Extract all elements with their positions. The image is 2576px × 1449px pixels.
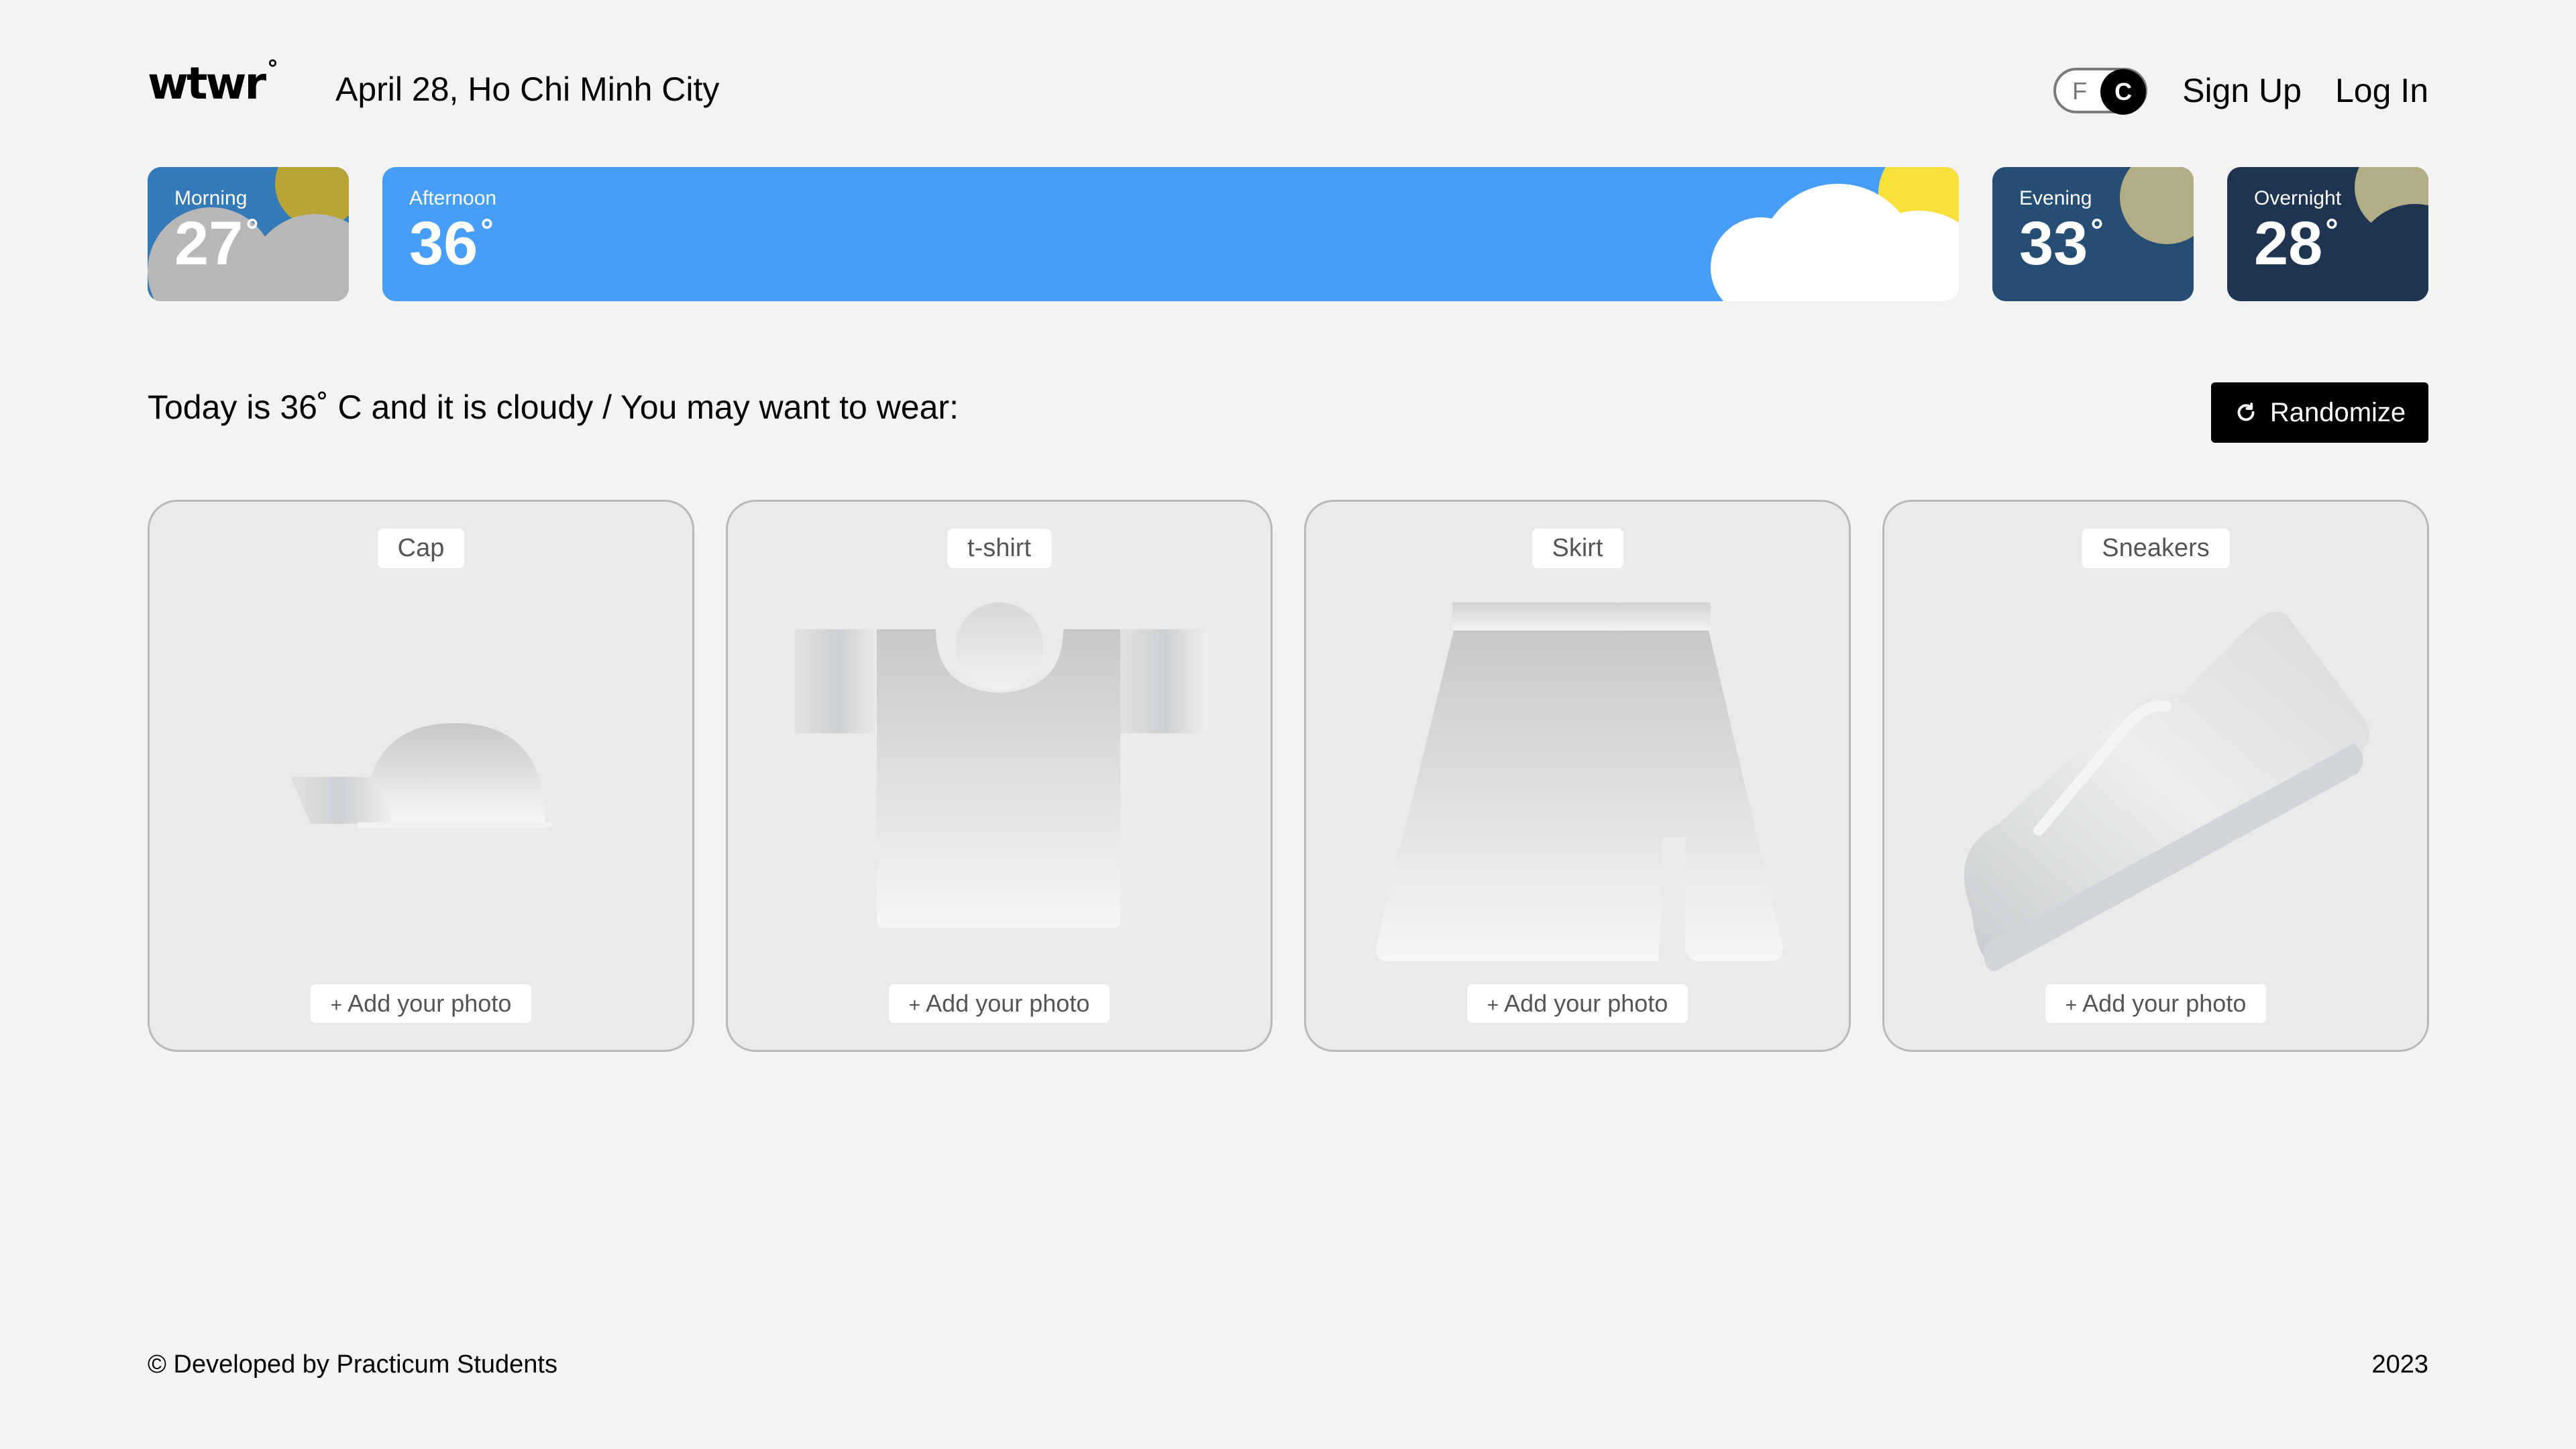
weather-temp-overnight: 28°: [2254, 213, 2339, 274]
add-photo-label: Add your photo: [926, 989, 1090, 1017]
add-photo-button[interactable]: + Add your photo: [1466, 984, 1688, 1023]
weather-label-evening: Evening: [2019, 187, 2092, 209]
temp-value: 27: [174, 209, 244, 278]
weather-label-morning: Morning: [174, 187, 248, 209]
weather-card-overnight: Overnight 28°: [2227, 167, 2428, 301]
logo-degree: °: [267, 56, 278, 83]
clothing-card-tshirt[interactable]: t-shirt + Add your photo: [726, 500, 1273, 1052]
refresh-icon: [2237, 402, 2255, 421]
sneakers-image: [1964, 611, 2369, 971]
plus-icon: +: [2065, 994, 2078, 1016]
item-name-tshirt: t-shirt: [947, 529, 1051, 568]
header: wtwr ° April 28, Ho Chi Minh City F C Sig…: [148, 58, 2428, 121]
clothing-card-cap[interactable]: Cap + Add your photo: [148, 500, 694, 1052]
randomize-button[interactable]: Randomize: [2211, 382, 2428, 443]
temperature-unit-toggle[interactable]: F C: [2053, 68, 2148, 115]
temp-value: 28: [2254, 209, 2323, 278]
footer-year: 2023: [2371, 1350, 2428, 1379]
degree-symbol: °: [2325, 213, 2339, 249]
plus-icon: +: [1487, 994, 1499, 1016]
clothing-card-sneakers[interactable]: Sneakers + Add your photo: [1882, 500, 2429, 1052]
weather-card-evening: Evening 33°: [1992, 167, 2194, 301]
weather-temp-morning: 27°: [174, 213, 259, 274]
cloud-icon: [2355, 204, 2428, 301]
weather-label-afternoon: Afternoon: [409, 187, 497, 209]
toggle-fahrenheit-label: F: [2072, 77, 2088, 105]
temp-value: 36: [409, 209, 478, 278]
weather-card-morning: Morning 27°: [148, 167, 349, 301]
add-photo-label: Add your photo: [2082, 989, 2247, 1017]
add-photo-button[interactable]: + Add your photo: [310, 984, 532, 1023]
temp-value: 33: [2019, 209, 2088, 278]
add-photo-label: Add your photo: [347, 989, 512, 1017]
clothing-card-skirt[interactable]: Skirt + Add your photo: [1304, 500, 1851, 1052]
cloud-icon-part: [248, 214, 349, 301]
recommendation-text: Today is 36˚ C and it is cloudy / You ma…: [148, 388, 959, 426]
item-name-cap: Cap: [377, 529, 465, 568]
weather-temp-afternoon: 36°: [409, 213, 494, 274]
add-photo-button[interactable]: + Add your photo: [888, 984, 1110, 1023]
date-location: April 28, Ho Chi Minh City: [335, 70, 720, 108]
plus-icon: +: [908, 994, 921, 1016]
add-photo-label: Add your photo: [1504, 989, 1668, 1017]
degree-symbol: °: [2090, 213, 2104, 249]
moon-icon: [2120, 167, 2194, 244]
degree-symbol: °: [246, 213, 259, 249]
degree-symbol: °: [480, 213, 494, 249]
plus-icon: +: [330, 994, 343, 1016]
item-name-skirt: Skirt: [1532, 529, 1623, 568]
weather-temp-evening: 33°: [2019, 213, 2104, 274]
logo[interactable]: wtwr °: [148, 58, 278, 106]
signup-link[interactable]: Sign Up: [2182, 74, 2302, 107]
skirt-image: [1376, 602, 1783, 965]
toggle-celsius-label: C: [2100, 69, 2147, 115]
cap-image: [290, 723, 552, 828]
footer-developer: © Developed by Practicum Students: [148, 1350, 557, 1379]
logo-text: wtwr: [148, 58, 266, 109]
randomize-label: Randomize: [2269, 397, 2406, 427]
weather-card-afternoon: Afternoon 36°: [382, 167, 1959, 301]
weather-label-overnight: Overnight: [2254, 187, 2342, 209]
login-link[interactable]: Log In: [2335, 74, 2428, 107]
tshirt-image: [795, 602, 1208, 928]
header-actions: F C Sign Up Log In: [2053, 60, 2428, 121]
item-name-sneakers: Sneakers: [2082, 529, 2230, 568]
add-photo-button[interactable]: + Add your photo: [2045, 984, 2267, 1023]
